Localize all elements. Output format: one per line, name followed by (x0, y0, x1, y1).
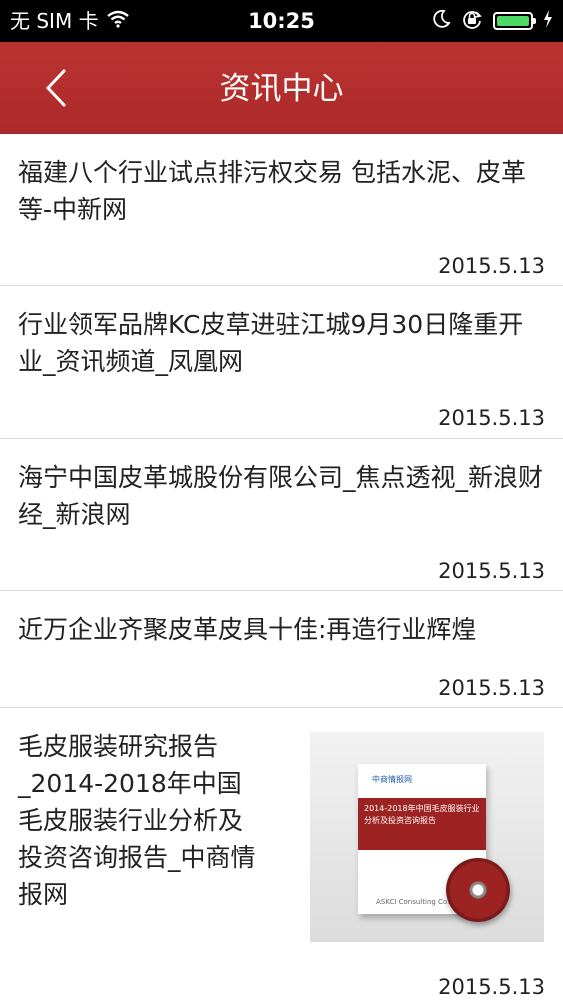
cd-disc-image (446, 858, 510, 922)
news-date: 2015.5.13 (438, 254, 545, 278)
news-title: 行业领军品牌KC皮草进驻江城9月30日隆重开业_资讯频道_凤凰网 (18, 310, 524, 376)
news-list: 福建八个行业试点排污权交易 包括水泥、皮革等-中新网 2015.5.13 行业领… (0, 134, 563, 1000)
news-date: 2015.5.13 (438, 676, 545, 700)
page-title: 资讯中心 (219, 71, 344, 107)
battery-icon (493, 12, 536, 30)
report-cover-title: 2014-2018年中国毛皮服装行业分析及投资咨询报告 (358, 798, 486, 850)
news-item[interactable]: 行业领军品牌KC皮草进驻江城9月30日隆重开业_资讯频道_凤凰网 2015.5.… (0, 286, 563, 439)
charging-icon (543, 10, 553, 32)
news-title: 福建八个行业试点排污权交易 包括水泥、皮革等-中新网 (18, 158, 526, 224)
news-title: 近万企业齐聚皮革皮具十佳:再造行业辉煌 (18, 615, 477, 644)
news-title: 毛皮服装研究报告_2014-2018年中国毛皮服装行业分析及投资咨询报告_中商情… (18, 732, 256, 909)
battery-level (497, 16, 529, 26)
rotation-lock-icon (461, 8, 483, 34)
news-date: 2015.5.13 (438, 975, 545, 999)
navigation-bar: 资讯中心 (0, 42, 563, 134)
news-item[interactable]: 毛皮服装研究报告_2014-2018年中国毛皮服装行业分析及投资咨询报告_中商情… (0, 708, 563, 1000)
status-icons (431, 7, 553, 35)
report-brand: 中商情报网 (372, 775, 412, 784)
news-date: 2015.5.13 (438, 559, 545, 583)
news-item[interactable]: 近万企业齐聚皮革皮具十佳:再造行业辉煌 2015.5.13 (0, 591, 563, 708)
news-title: 海宁中国皮革城股份有限公司_焦点透视_新浪财经_新浪网 (18, 463, 544, 529)
status-bar: 无 SIM 卡 10:25 (0, 0, 563, 42)
news-item[interactable]: 福建八个行业试点排污权交易 包括水泥、皮革等-中新网 2015.5.13 (0, 134, 563, 286)
news-thumbnail: 中商情报网 2014-2018年中国毛皮服装行业分析及投资咨询报告 ASKCI … (310, 732, 544, 942)
battery-tip (533, 18, 536, 24)
news-date: 2015.5.13 (438, 406, 545, 430)
news-item[interactable]: 海宁中国皮革城股份有限公司_焦点透视_新浪财经_新浪网 2015.5.13 (0, 439, 563, 591)
moon-icon (431, 9, 451, 33)
